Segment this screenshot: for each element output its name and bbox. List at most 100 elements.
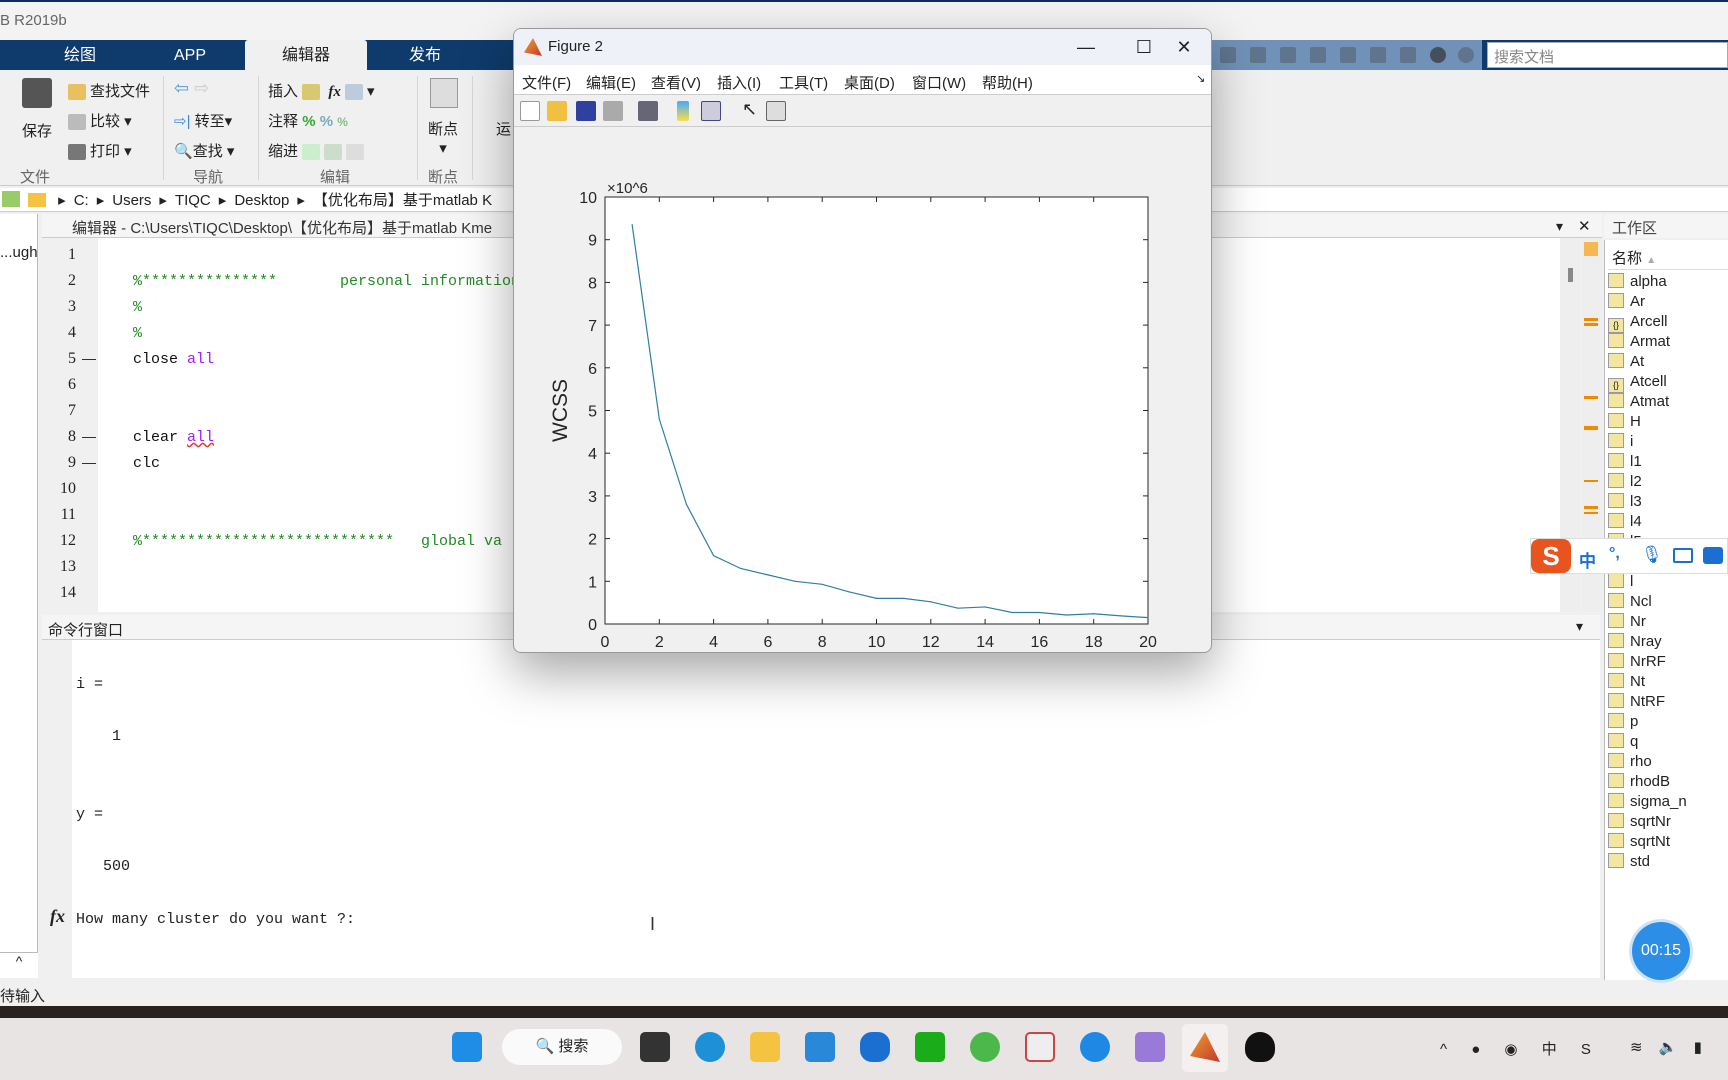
command-menu-icon[interactable]: ▾ <box>1576 618 1583 635</box>
legend-icon[interactable] <box>701 101 721 121</box>
microphone-icon[interactable]: 🎙 <box>1641 545 1663 565</box>
ie-browser-icon[interactable] <box>970 1032 1000 1062</box>
recording-timer[interactable]: 00:15 <box>1632 922 1690 980</box>
tab-editor[interactable]: 编辑器 <box>245 40 367 70</box>
keyboard-icon[interactable] <box>1673 548 1693 563</box>
insert-button[interactable]: 插入 fx ▾ <box>268 80 375 101</box>
figure-menu-item[interactable]: 工具(T) <box>779 72 828 93</box>
tab-publish[interactable]: 发布 <box>385 40 465 70</box>
breadcrumb[interactable]: Desktop <box>234 192 289 209</box>
code-line[interactable]: clear all <box>133 429 214 446</box>
workspace-variable[interactable]: sigma_n <box>1608 793 1687 813</box>
close-button[interactable]: ✕ <box>1164 33 1204 61</box>
workspace-variable[interactable]: q <box>1608 733 1638 753</box>
breadcrumb[interactable]: 【优化布局】基于matlab K <box>313 192 492 209</box>
find-button[interactable]: 🔍查找 ▾ <box>174 140 234 161</box>
redo-icon[interactable] <box>1370 47 1386 63</box>
print-button[interactable]: 打印 ▾ <box>68 140 132 161</box>
workspace-variable[interactable]: Atmat <box>1608 393 1669 413</box>
breakpoint-marker[interactable]: — <box>82 428 96 444</box>
property-editor-icon[interactable] <box>766 101 786 121</box>
pointer-icon[interactable]: ↖ <box>742 99 762 119</box>
workspace-variable[interactable]: Nt <box>1608 673 1645 693</box>
system-tray[interactable]: ^ ● ◉ 中 S <box>1440 1038 1601 1059</box>
wechat-icon[interactable] <box>915 1032 945 1062</box>
code-line[interactable]: %*************** personal information <box>133 273 520 290</box>
new-figure-icon[interactable] <box>520 101 540 121</box>
workspace-variable[interactable]: rho <box>1608 753 1652 773</box>
matlab-taskbar-button[interactable] <box>1182 1024 1228 1072</box>
breadcrumb[interactable]: TIQC <box>175 192 211 209</box>
dock-icon[interactable]: ↘ <box>1196 72 1205 85</box>
cut-icon[interactable] <box>1250 47 1266 63</box>
workspace-variable[interactable]: Nr <box>1608 613 1646 633</box>
taskbar-search[interactable]: 🔍 搜索 <box>502 1029 622 1065</box>
windows-start-icon[interactable] <box>452 1032 482 1062</box>
figure-menu-item[interactable]: 插入(I) <box>717 72 761 93</box>
browser-icon[interactable] <box>1080 1032 1110 1062</box>
security-app-icon[interactable] <box>860 1032 890 1062</box>
breakpoint-marker[interactable]: — <box>82 350 96 366</box>
compare-button[interactable]: 比较 ▾ <box>68 110 132 131</box>
run-button[interactable]: 运 <box>496 118 511 139</box>
workspace-variable[interactable]: l1 <box>1608 453 1642 473</box>
collapse-icon[interactable]: ^ <box>0 952 38 978</box>
workspace-variable[interactable]: NtRF <box>1608 693 1665 713</box>
workspace-variable[interactable]: At <box>1608 353 1644 373</box>
workspace-variable[interactable]: p <box>1608 713 1638 733</box>
code-line[interactable]: %**************************** global va <box>133 533 502 550</box>
undo-icon[interactable] <box>1340 47 1356 63</box>
photos-icon[interactable] <box>1135 1032 1165 1062</box>
breadcrumb[interactable]: C: <box>74 192 89 209</box>
workspace-variable[interactable]: std <box>1608 853 1650 873</box>
save-icon[interactable] <box>576 101 596 121</box>
breakpoint-marker[interactable]: — <box>82 454 96 470</box>
colorbar-icon[interactable] <box>677 101 689 121</box>
fx-icon[interactable]: fx <box>328 84 341 100</box>
network-volume-battery-icons[interactable]: ≋ 🔈 ▮ <box>1630 1038 1708 1056</box>
breakpoints-button[interactable]: 断点 ▾ <box>428 118 458 157</box>
workspace-variable[interactable]: Nray <box>1608 633 1662 653</box>
comment-button[interactable]: 注释 % % % <box>268 110 348 131</box>
figure-menu-item[interactable]: 窗口(W) <box>912 72 966 93</box>
figure-menu-item[interactable]: 桌面(D) <box>844 72 895 93</box>
workspace-variable[interactable]: Ncl <box>1608 593 1652 613</box>
workspace-name-column[interactable]: 名称 ▲ <box>1608 242 1728 270</box>
workspace-variable[interactable]: {} Atcell <box>1608 373 1667 393</box>
edge-icon[interactable] <box>695 1032 725 1062</box>
workspace-variable[interactable]: Ar <box>1608 293 1645 313</box>
fx-icon[interactable]: fx <box>50 906 65 927</box>
close-icon[interactable]: ✕ <box>1578 217 1591 235</box>
tab-apps[interactable]: APP <box>150 40 230 70</box>
mail-icon[interactable] <box>805 1032 835 1062</box>
workspace-variable[interactable]: sqrtNt <box>1608 833 1670 853</box>
workspace-variable[interactable]: {} Arcell <box>1608 313 1668 333</box>
open-icon[interactable] <box>547 101 567 121</box>
code-line[interactable]: clc <box>133 455 160 472</box>
switch-windows-icon[interactable] <box>1400 47 1416 63</box>
print-icon[interactable] <box>603 101 623 121</box>
link-plot-icon[interactable] <box>638 101 658 121</box>
workspace-variable[interactable]: Armat <box>1608 333 1670 353</box>
breadcrumb[interactable]: Users <box>112 192 151 209</box>
save-button[interactable]: 保存 <box>22 120 52 141</box>
search-docs-input[interactable]: 搜索文档 <box>1487 42 1728 68</box>
paste-icon[interactable] <box>1310 47 1326 63</box>
ime-punctuation[interactable]: °, <box>1609 545 1620 563</box>
workspace-variable[interactable]: rhodB <box>1608 773 1670 793</box>
code-line[interactable]: % <box>133 325 142 342</box>
editor-menu-icon[interactable]: ▾ <box>1556 218 1563 235</box>
figure-menu-item[interactable]: 编辑(E) <box>586 72 636 93</box>
workspace-variable[interactable]: sqrtNr <box>1608 813 1671 833</box>
ime-language[interactable]: 中 <box>1579 547 1596 572</box>
figure-menu-item[interactable]: 文件(F) <box>522 72 571 93</box>
workspace-variable[interactable]: l2 <box>1608 473 1642 493</box>
file-list-item[interactable]: ugh... <box>0 244 37 265</box>
workspace-variable[interactable]: H <box>1608 413 1641 433</box>
find-files-button[interactable]: 查找文件 <box>68 80 150 101</box>
snipping-tool-icon[interactable] <box>1025 1032 1055 1062</box>
file-explorer-icon[interactable] <box>750 1032 780 1062</box>
workspace-variable[interactable]: l <box>1608 573 1633 593</box>
code-line[interactable]: close all <box>133 351 214 368</box>
save-icon[interactable] <box>1220 47 1236 63</box>
